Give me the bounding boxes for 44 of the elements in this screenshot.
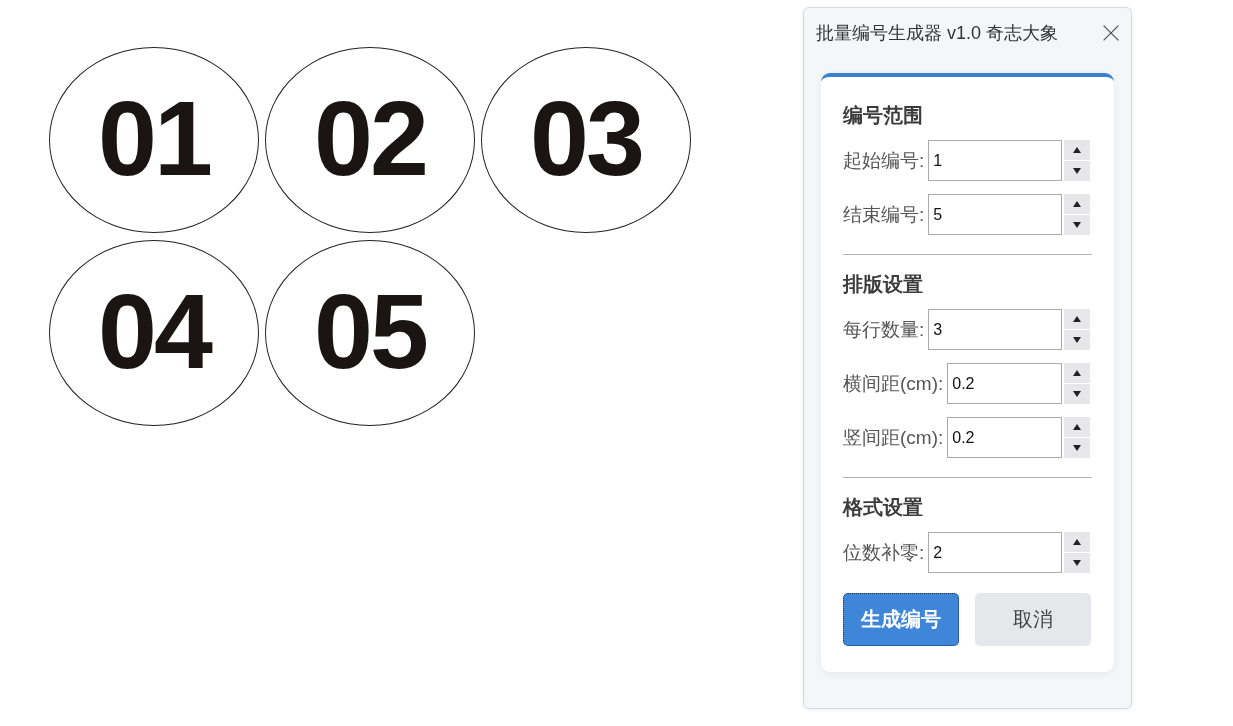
- increment-button[interactable]: [1064, 363, 1090, 383]
- field-label: 每行数量:: [843, 317, 925, 342]
- triangle-up-icon: [1073, 370, 1081, 376]
- field-label: 结束编号:: [843, 202, 925, 227]
- section-heading: 格式设置: [843, 495, 924, 519]
- section-heading: 编号范围: [843, 103, 924, 127]
- increment-button[interactable]: [1064, 194, 1090, 214]
- field-label: 竖间距(cm):: [843, 425, 944, 450]
- field-label: 位数补零:: [843, 540, 925, 565]
- number-field[interactable]: 1: [928, 140, 1062, 181]
- close-button[interactable]: [1103, 25, 1119, 41]
- triangle-down-icon: [1073, 391, 1081, 397]
- triangle-down-icon: [1073, 445, 1081, 451]
- generate-button[interactable]: 生成编号: [843, 593, 959, 646]
- section-heading: 排版设置: [843, 272, 924, 296]
- decrement-button[interactable]: [1064, 330, 1090, 350]
- decrement-button[interactable]: [1064, 553, 1090, 573]
- number-field[interactable]: 0.2: [947, 417, 1062, 458]
- triangle-down-icon: [1073, 560, 1081, 566]
- triangle-down-icon: [1073, 222, 1081, 228]
- triangle-up-icon: [1073, 201, 1081, 207]
- decrement-button[interactable]: [1064, 384, 1090, 404]
- increment-button[interactable]: [1064, 309, 1090, 329]
- increment-button[interactable]: [1064, 417, 1090, 437]
- field-label: 横间距(cm):: [843, 371, 944, 396]
- decrement-button[interactable]: [1064, 161, 1090, 181]
- number-field[interactable]: 5: [928, 194, 1062, 235]
- triangle-up-icon: [1073, 147, 1081, 153]
- increment-button[interactable]: [1064, 532, 1090, 552]
- triangle-down-icon: [1073, 337, 1081, 343]
- decrement-button[interactable]: [1064, 438, 1090, 458]
- number-field[interactable]: 0.2: [947, 363, 1062, 404]
- number-field[interactable]: 3: [928, 309, 1062, 350]
- window-title: 批量编号生成器 v1.0 奇志大象: [816, 22, 1059, 45]
- increment-button[interactable]: [1064, 140, 1090, 160]
- triangle-up-icon: [1073, 539, 1081, 545]
- triangle-down-icon: [1073, 168, 1081, 174]
- close-icon: [1103, 25, 1119, 41]
- number-field[interactable]: 2: [928, 532, 1062, 573]
- cancel-button[interactable]: 取消: [975, 593, 1091, 646]
- triangle-up-icon: [1073, 424, 1081, 430]
- field-label: 起始编号:: [843, 148, 925, 173]
- triangle-up-icon: [1073, 316, 1081, 322]
- decrement-button[interactable]: [1064, 215, 1090, 235]
